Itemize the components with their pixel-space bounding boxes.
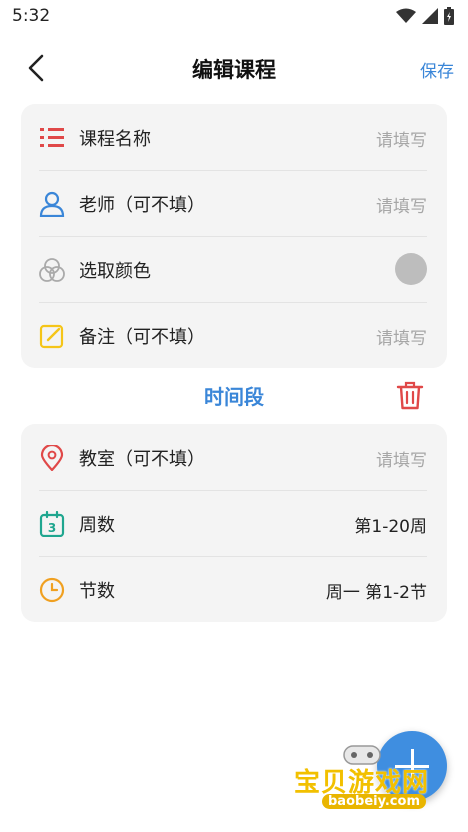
note-input[interactable]: 请填写 — [376, 324, 427, 349]
teacher-label: 老师（可不填） — [79, 195, 205, 216]
location-pin-icon — [40, 445, 64, 471]
teacher-input[interactable]: 请填写 — [376, 192, 427, 217]
calendar-icon: 3 — [39, 511, 65, 537]
note-label: 备注（可不填） — [79, 327, 205, 348]
time-slot-card: 教室（可不填） 请填写 3 周数 第1-20周 节数 周一 第1-2节 — [21, 424, 447, 622]
status-icons — [396, 7, 454, 25]
edit-note-icon — [39, 324, 64, 349]
periods-label: 节数 — [79, 581, 115, 602]
room-row[interactable]: 教室（可不填） 请填写 — [21, 424, 447, 490]
page-title: 编辑课程 — [192, 58, 276, 82]
calendar-icon-number: 3 — [48, 521, 56, 535]
color-swatch[interactable] — [395, 253, 427, 285]
color-label: 选取颜色 — [79, 261, 151, 282]
battery-icon — [444, 7, 454, 25]
room-input[interactable]: 请填写 — [376, 446, 427, 471]
wifi-icon — [396, 8, 416, 23]
list-icon — [40, 128, 64, 147]
color-circles-icon — [39, 258, 65, 282]
signal-icon — [422, 8, 438, 24]
weeks-value[interactable]: 第1-20周 — [354, 512, 427, 537]
course-name-input[interactable]: 请填写 — [376, 126, 427, 151]
teacher-row[interactable]: 老师（可不填） 请填写 — [21, 170, 447, 236]
weeks-row[interactable]: 3 周数 第1-20周 — [21, 490, 447, 556]
save-button[interactable]: 保存 — [420, 57, 454, 82]
course-name-row[interactable]: 课程名称 请填写 — [21, 104, 447, 170]
note-row[interactable]: 备注（可不填） 请填写 — [21, 302, 447, 368]
status-bar: 5:32 — [0, 0, 468, 32]
course-info-card: 课程名称 请填写 老师（可不填） 请填写 选取颜色 备注（可不填） 请填写 — [21, 104, 447, 368]
room-label: 教室（可不填） — [79, 449, 205, 470]
top-bar: 编辑课程 保存 — [0, 40, 468, 96]
status-time: 5:32 — [12, 6, 51, 26]
time-section-header: 时间段 — [0, 376, 468, 416]
course-name-label: 课程名称 — [79, 129, 151, 150]
watermark: 宝贝游戏网 baobeiy.com — [294, 740, 444, 830]
watermark-url: baobeiy.com — [322, 794, 426, 809]
trash-icon[interactable] — [396, 380, 424, 410]
color-row[interactable]: 选取颜色 — [21, 236, 447, 302]
person-icon — [39, 191, 65, 217]
periods-row[interactable]: 节数 周一 第1-2节 — [21, 556, 447, 622]
periods-value[interactable]: 周一 第1-2节 — [326, 578, 427, 603]
clock-icon — [39, 577, 65, 603]
weeks-label: 周数 — [79, 515, 115, 536]
